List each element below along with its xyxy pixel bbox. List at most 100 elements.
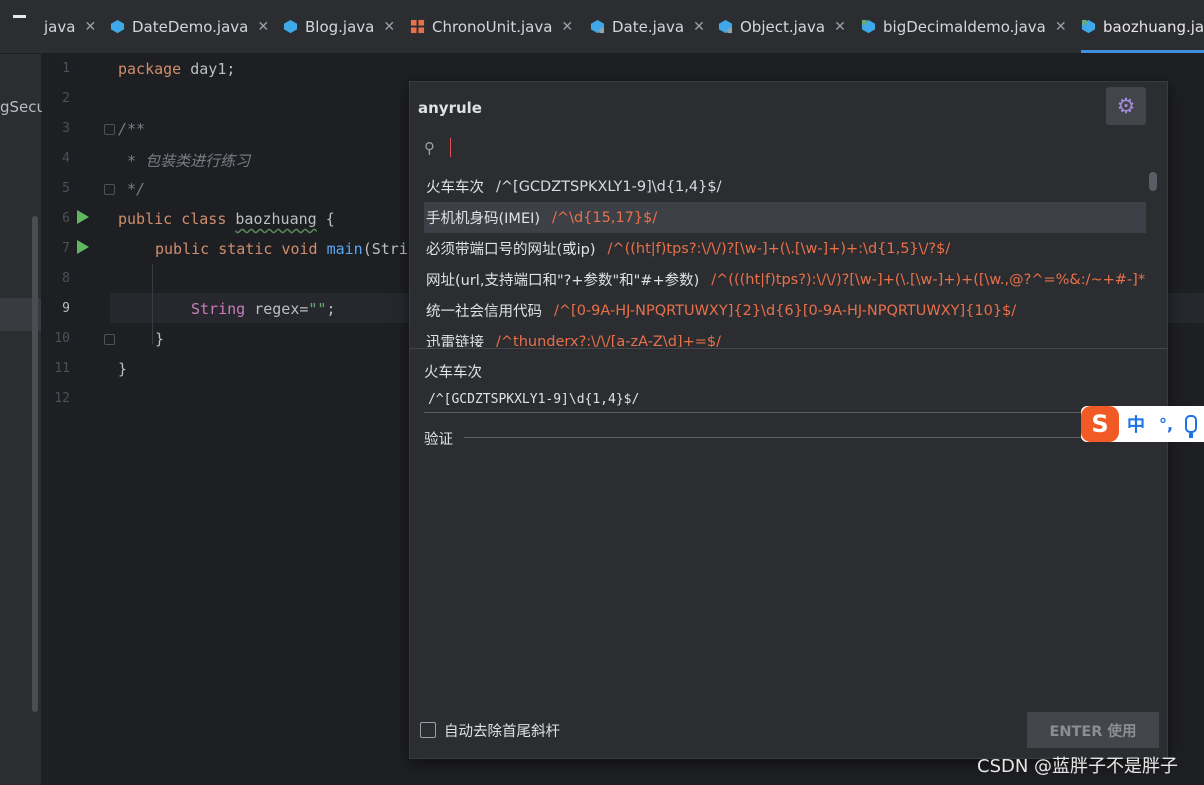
tab-label: Blog.java [305,17,375,36]
line-number: 12 [54,391,70,406]
keyword: package [118,60,182,78]
detail-regex-field[interactable]: /^[GCDZTSPKXLY1-9]\d{1,4}$/ [424,389,1164,413]
close-icon[interactable]: ✕ [1055,19,1067,35]
rule-name: 网址(url,支持端口和"?+参数"和"#+参数) [426,273,700,289]
fold-icon[interactable] [104,334,115,345]
run-class-icon[interactable] [77,210,89,224]
java-class-icon [110,19,125,34]
rule-regex: /^((ht|f)tps?:\/\/)?[\w-]+(\.[\w-]+)+:\d… [607,240,951,257]
verify-label: 验证 [424,432,453,448]
line-number: 4 [62,151,70,166]
line-gutter: 1 2 3 4 5 6 7 8 9 10 11 12 [42,54,115,785]
run-main-icon[interactable] [77,240,89,254]
rule-regex: /^thunderx?:\/\/[a-zA-Z\d]+=$/ [496,333,721,348]
divider [410,348,1167,349]
microphone-icon[interactable] [1185,415,1198,438]
enum-icon [410,19,425,34]
fold-icon[interactable] [104,184,115,195]
tab-label: Date.java [612,17,685,36]
tab-blog[interactable]: Blog.java ✕ [283,0,395,53]
tab-chronounit[interactable]: ChronoUnit.java ✕ [410,0,573,53]
close-icon[interactable]: ✕ [834,19,846,35]
project-tree-label[interactable]: gSecu [0,98,46,116]
list-scrollbar[interactable] [1149,172,1157,191]
tab-datedemo[interactable]: DateDemo.java ✕ [110,0,269,53]
list-item[interactable]: 统一社会信用代码 /^[0-9A-HJ-NPQRTUWXY]{2}\d{6}[0… [424,295,1146,326]
list-item-selected[interactable]: 手机机身码(IMEI) /^\d{15,17}$/ [424,202,1146,233]
rule-name: 手机机身码(IMEI) [426,211,541,227]
code-line-3: /** [118,120,146,138]
code-text: regex= [245,300,309,318]
rule-name: 统一社会信用代码 [426,304,542,320]
ime-punctuation-toggle[interactable]: °, [1159,415,1173,434]
line-number: 11 [54,361,70,376]
editor-tab-bar: java ✕ DateDemo.java ✕ Blog.java ✕ Chron… [0,0,1204,54]
type-name: String [191,300,246,318]
tab-baozhuang[interactable]: baozhuang.jav [1081,0,1204,53]
line-number: 6 [62,211,70,226]
rule-regex: /^[GCDZTSPKXLY1-9]\d{1,4}$/ [496,178,722,195]
rule-name: 火车车次 [426,180,484,196]
java-class-icon [590,19,605,34]
enter-use-button[interactable]: ENTER 使用 [1027,712,1159,748]
watermark: CSDN @蓝胖子不是胖子 [977,756,1179,777]
gear-icon[interactable]: ⚙ [1106,87,1146,125]
java-class-icon [1081,19,1096,34]
tab-java[interactable]: java ✕ [44,0,96,53]
list-item[interactable]: 迅雷链接 /^thunderx?:\/\/[a-zA-Z\d]+=$/ [424,326,1146,348]
code-line-9: String regex=""; [191,300,336,318]
search-input[interactable] [458,136,1142,162]
project-panel: gSecu [0,54,46,785]
list-item[interactable]: 必须带端口号的网址(或ip) /^((ht|f)tps?:\/\/)?[\w-]… [424,233,1146,264]
java-class-icon [718,19,733,34]
rule-regex: /^\d{15,17}$/ [552,209,658,226]
line-number: 1 [62,61,70,76]
tab-label: DateDemo.java [132,17,249,36]
keyword: public static void [155,240,318,258]
close-icon[interactable]: ✕ [561,19,573,35]
string-literal: "" [308,300,327,318]
java-class-icon [861,19,876,34]
code-text: { [316,210,335,228]
list-item[interactable]: 网址(url,支持端口和"?+参数"和"#+参数) /^(((ht|f)tps?… [424,264,1146,295]
tab-date[interactable]: Date.java ✕ [590,0,705,53]
rule-regex: /^(((ht|f)tps?):\/\/)?[\w-]+(\.[\w-]+)+(… [711,271,1146,288]
ime-toolbar[interactable]: S 中 °, [1081,406,1204,442]
tab-label: bigDecimaldemo.java [883,17,1046,36]
tab-label: Object.java [740,17,826,36]
line-number: 7 [62,241,70,256]
trim-slash-label[interactable]: 自动去除首尾斜杆 [444,720,560,741]
fold-icon[interactable] [104,124,115,135]
rule-regex: /^[0-9A-HJ-NPQRTUWXY]{2}\d{6}[0-9A-HJ-NP… [554,302,1017,319]
keyword: public class [118,210,227,228]
detail-rule-name: 火车车次 [424,365,482,381]
popup-title: anyrule [418,99,482,117]
anyrule-popup: anyrule ⚙ ⚲ 火车车次 /^[GCDZTSPKXLY1-9]\d{1,… [409,81,1168,759]
close-icon[interactable]: ✕ [84,19,96,35]
code-line-10: } [155,330,165,348]
code-line-11: } [118,360,128,378]
close-icon[interactable]: ✕ [257,19,269,35]
code-line-7: public static void main(Strin [155,240,417,258]
project-scrollbar[interactable] [32,216,38,712]
close-icon[interactable]: ✕ [383,19,395,35]
line-number: 8 [62,271,70,286]
trim-slash-checkbox[interactable] [420,722,436,738]
tab-bigdecimaldemo[interactable]: bigDecimaldemo.java ✕ [861,0,1067,53]
tab-label: ChronoUnit.java [432,17,553,36]
method-name: main [326,240,363,258]
indent-guide [152,264,153,344]
tab-label: baozhuang.jav [1103,17,1204,36]
tab-object[interactable]: Object.java ✕ [718,0,846,53]
minimize-icon[interactable] [13,15,26,18]
list-item[interactable]: 火车车次 /^[GCDZTSPKXLY1-9]\d{1,4}$/ [424,171,1146,202]
rule-name: 必须带端口号的网址(或ip) [426,242,596,258]
ime-logo-icon[interactable]: S [1081,406,1119,442]
code-line-4: * 包装类进行练习 [118,152,251,170]
java-class-icon [283,19,298,34]
class-name: baozhuang [235,210,317,228]
line-number-current: 9 [62,301,70,316]
ime-mode-toggle[interactable]: 中 [1127,411,1145,437]
verify-input[interactable] [464,425,1068,449]
close-icon[interactable]: ✕ [693,19,705,35]
